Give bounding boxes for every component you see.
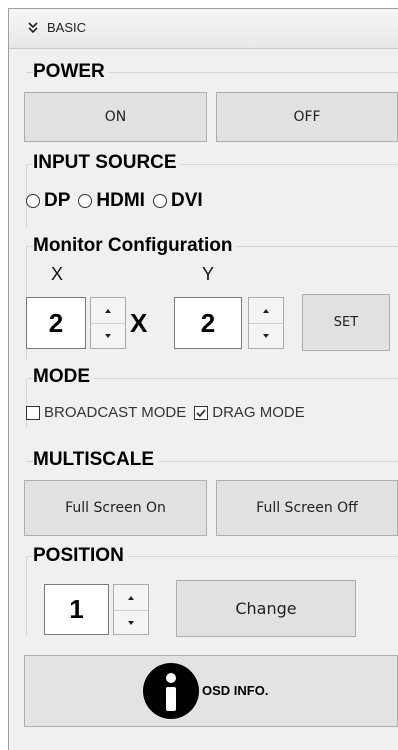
input-source-options: DP HDMI DVI [26,189,211,213]
power-off-button[interactable]: OFF [216,92,398,142]
arrow-down-icon [128,620,134,625]
position-stepper-down[interactable] [114,610,148,635]
arrow-down-icon [105,333,111,338]
radio-dvi-label: DVI [170,190,203,211]
y-stepper-up[interactable] [249,298,283,324]
position-stepper[interactable] [113,584,149,635]
radio-dp-label: DP [44,190,71,211]
x-value-field[interactable]: 2 [26,297,86,349]
basic-header[interactable]: BASIC [9,9,398,49]
y-value-field[interactable]: 2 [174,297,242,349]
dimension-separator: X [130,308,148,338]
arrow-down-icon [263,333,269,338]
mode-title: MODE [33,366,94,388]
drag-mode-checkbox[interactable]: DRAG MODE [194,404,305,421]
x-axis-label: X [51,264,64,284]
full-screen-off-button[interactable]: Full Screen Off [216,480,398,536]
position-stepper-up[interactable] [114,585,148,611]
basic-title: BASIC [47,20,87,35]
change-button[interactable]: Change [176,580,356,637]
drag-mode-box[interactable] [194,405,209,420]
monitor-config-title: Monitor Configuration [33,235,237,257]
radio-hdmi-label: HDMI [96,190,145,211]
x-stepper-up[interactable] [91,298,125,324]
position-value-field[interactable]: 1 [44,584,109,635]
radio-dp[interactable]: DP [26,190,70,212]
x-stepper[interactable] [90,297,126,349]
y-stepper-down[interactable] [249,323,283,348]
radio-dp-circle[interactable] [26,194,40,208]
info-icon-dot [166,673,176,683]
set-button[interactable]: SET [302,294,390,351]
osd-info-label: OSD INFO. [202,683,269,698]
arrow-up-icon [263,308,269,313]
input-source-title: INPUT SOURCE [33,152,181,174]
y-stepper[interactable] [248,297,284,349]
position-group-vline [26,556,27,636]
checkmark-icon [196,408,206,417]
y-axis-label: Y [202,264,215,284]
x-stepper-down[interactable] [91,323,125,348]
broadcast-mode-checkbox[interactable]: BROADCAST MODE [26,404,186,421]
double-chevron-down-icon[interactable] [25,20,41,36]
power-on-button[interactable]: ON [24,92,207,142]
osd-info-button[interactable]: OSD INFO. [24,655,398,727]
arrow-up-icon [105,308,111,313]
radio-hdmi[interactable]: HDMI [78,190,145,212]
broadcast-mode-box[interactable] [26,405,40,420]
info-icon [143,663,199,719]
position-title: POSITION [33,545,128,567]
drag-mode-label: DRAG MODE [212,404,305,421]
multiscale-title: MULTISCALE [33,449,159,471]
info-icon-bar [166,687,176,711]
mode-options: BROADCAST MODE DRAG MODE [26,404,313,421]
radio-hdmi-circle[interactable] [78,194,93,208]
broadcast-mode-label: BROADCAST MODE [44,404,187,421]
power-title: POWER [33,61,109,83]
radio-dvi-circle[interactable] [152,194,167,208]
radio-dvi[interactable]: DVI [152,190,203,212]
full-screen-on-button[interactable]: Full Screen On [24,480,207,536]
arrow-up-icon [128,595,134,600]
